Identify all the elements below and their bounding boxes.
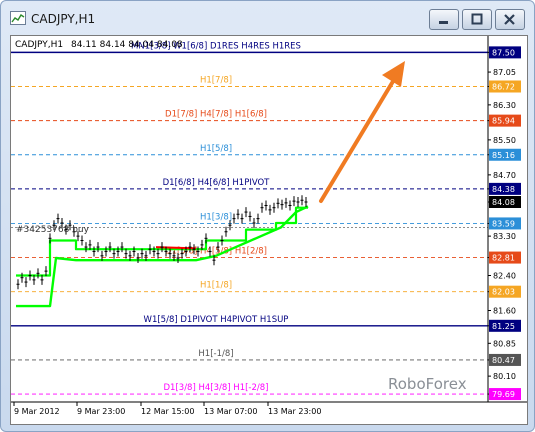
level-label: D1[6/8] H4[6/8] H1PIVOT xyxy=(163,178,271,188)
order-label: #34253768 buy xyxy=(16,225,90,235)
price-badge-label: 81.25 xyxy=(492,322,515,331)
time-tick-label: 12 Mar 15:00 xyxy=(141,407,194,416)
time-axis: 9 Mar 2012 9 Mar 23:00 12 Mar 15:00 13 Mar … xyxy=(11,401,527,416)
price-badge-label: 82.03 xyxy=(492,288,515,297)
current-price-label: 84.08 xyxy=(492,198,515,207)
chart-ohlc-label: 84.11 84.14 84.04 84.08 xyxy=(71,40,183,50)
price-tick-label: 81.60 xyxy=(493,307,516,316)
time-tick-label: 9 Mar 23:00 xyxy=(77,407,125,416)
price-badge-label: 80.47 xyxy=(492,356,515,365)
price-tick-label: 80.85 xyxy=(493,339,516,348)
price-badge-label: 85.16 xyxy=(492,151,515,160)
level-label: H1[1/8] xyxy=(200,281,232,291)
close-icon xyxy=(504,14,515,25)
price-badge-label: 84.38 xyxy=(492,185,515,194)
level-label: H1[-1/8] xyxy=(198,349,233,359)
level-label: W1[5/8] D1PIVOT H4PIVOT H1SUP xyxy=(144,315,289,325)
minimize-icon xyxy=(439,21,448,24)
level-label: D1[3/8] H4[3/8] H1[-2/8] xyxy=(164,383,269,393)
price-badge-label: 82.81 xyxy=(492,254,515,263)
chart-window: CADJPY,H1 MN1[3/8] W1[6/8] D1RES H4RES H… xyxy=(0,0,535,432)
time-tick-label: 13 Mar 07:00 xyxy=(204,407,257,416)
green-step-line xyxy=(16,206,308,277)
price-badge-label: 83.59 xyxy=(492,219,515,228)
time-tick-label: 13 Mar 23:00 xyxy=(268,407,321,416)
price-chart[interactable]: MN1[3/8] W1[6/8] D1RES H4RES H1RESH1[7/8… xyxy=(11,36,527,424)
chart-area[interactable]: MN1[3/8] W1[6/8] D1RES H4RES H1RES H1[7/8… xyxy=(10,35,528,425)
chart-symbol-label: CADJPY,H1 xyxy=(15,40,63,50)
maximize-icon xyxy=(471,13,483,25)
watermark: RoboForex xyxy=(388,375,467,393)
title-bar[interactable]: CADJPY,H1 xyxy=(1,1,534,35)
price-tick-label: 85.50 xyxy=(493,136,516,145)
level-label: D1[7/8] H4[7/8] H1[6/8] xyxy=(165,110,267,120)
level-label: H1[7/8] xyxy=(200,76,232,86)
maximize-button[interactable] xyxy=(462,9,492,30)
price-badge-label: 85.94 xyxy=(492,117,515,126)
price-axis: 87.50 87.05 86.72 86.30 85.94 85.50 85.16 84.70… xyxy=(487,36,521,402)
close-button[interactable] xyxy=(495,9,525,30)
price-badge-label: 79.69 xyxy=(492,390,515,399)
price-tick-label: 87.05 xyxy=(493,68,516,77)
level-label: H1[3/8] xyxy=(200,212,232,222)
time-tick-label: 9 Mar 2012 xyxy=(14,407,60,416)
price-badge-label: 87.50 xyxy=(492,48,515,57)
price-tick-label: 83.30 xyxy=(493,232,516,241)
chart-window-icon xyxy=(10,11,26,25)
price-tick-label: 82.40 xyxy=(493,272,516,281)
minimize-button[interactable] xyxy=(429,9,459,30)
price-tick-label: 86.30 xyxy=(493,101,516,110)
price-badge-label: 86.72 xyxy=(492,83,515,92)
window-title: CADJPY,H1 xyxy=(31,12,96,26)
trend-arrow xyxy=(319,61,405,203)
price-tick-label: 84.70 xyxy=(493,171,516,180)
level-label: H1[5/8] xyxy=(200,144,232,154)
price-tick-label: 80.10 xyxy=(493,372,516,381)
